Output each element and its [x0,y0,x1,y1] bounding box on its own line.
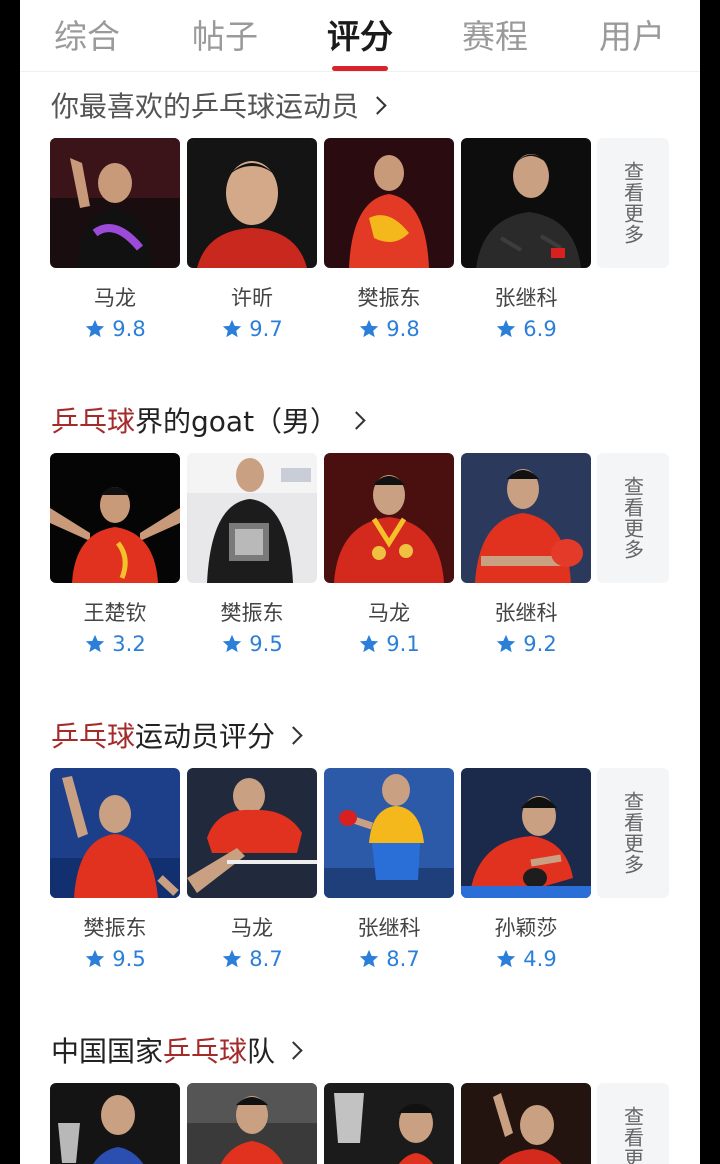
player-photo [50,453,180,583]
player-name: 樊振东 [357,286,421,310]
tab-users[interactable]: 用户 [599,10,665,58]
see-more-button[interactable]: 查看更多 [597,1083,669,1164]
section-title: 运动员评分 [135,720,276,753]
star-icon [497,319,516,338]
section-title-highlight: 乒乓球 [51,405,136,438]
section-title-highlight: 乒乓球 [163,1035,248,1068]
player-name: 马龙 [94,286,136,310]
section-title-highlight: 乒乓球 [51,720,136,753]
player-rating: 6.9 [461,314,591,344]
player-photo [187,768,317,898]
player-photo [324,138,454,268]
tab-schedule[interactable]: 赛程 [462,10,528,58]
tab-ratings[interactable]: 评分 [327,10,393,58]
player-name: 张继科 [357,916,421,940]
player-photo [187,1083,317,1164]
player-photo [187,138,317,268]
tab-posts[interactable]: 帖子 [192,10,258,58]
section-title-link[interactable]: 你最喜欢的乒乓球运动员 [51,85,387,125]
star-icon [86,319,105,338]
section-title-prefix: 中国国家 [51,1035,164,1068]
player-photo [461,138,591,268]
player-rating: 9.5 [187,629,317,659]
chevron-right-icon [368,95,387,115]
player-rating: 9.5 [50,944,180,974]
player-name: 樊振东 [220,601,284,625]
player-card[interactable]: 许昕 9.7 [187,138,317,344]
star-icon [360,319,379,338]
chevron-right-icon [284,1040,303,1060]
app-screen: 综合 帖子 评分 赛程 用户 你最喜欢的乒乓球运动员 马龙 9.8 许昕 9.7 [20,0,700,1164]
player-rating: 9.2 [461,629,591,659]
section-title-link[interactable]: 乒乓球 运动员评分 [51,715,303,755]
active-tab-indicator [332,66,388,71]
player-rating: 8.7 [187,944,317,974]
player-name: 马龙 [231,916,273,940]
player-rating: 9.8 [50,314,180,344]
tab-bar: 综合 帖子 评分 赛程 用户 [20,0,700,72]
player-card[interactable]: 樊振东 9.5 [50,768,180,974]
player-card[interactable]: 马龙 9.1 [324,453,454,659]
star-icon [86,949,105,968]
player-card[interactable]: 张继科 8.7 [324,768,454,974]
player-photo [187,453,317,583]
player-name: 王楚钦 [83,601,147,625]
section-title-link[interactable]: 乒乓球 界的goat（男） [51,400,366,440]
player-card[interactable] [461,1083,591,1164]
player-rating: 3.2 [50,629,180,659]
player-card[interactable] [324,1083,454,1164]
player-card[interactable]: 马龙 9.8 [50,138,180,344]
section-title: 你最喜欢的乒乓球运动员 [51,90,360,123]
star-icon [497,634,516,653]
player-rating: 8.7 [324,944,454,974]
player-rating: 9.8 [324,314,454,344]
player-name: 张继科 [494,601,558,625]
player-card[interactable]: 樊振东 9.8 [324,138,454,344]
star-icon [497,949,516,968]
player-name: 樊振东 [83,916,147,940]
player-card[interactable]: 张继科 9.2 [461,453,591,659]
see-more-button[interactable]: 查看更多 [597,138,669,268]
player-card[interactable]: 王楚钦 3.2 [50,453,180,659]
section-title-link[interactable]: 中国国家 乒乓球队 [51,1030,303,1070]
player-card[interactable]: 孙颖莎 4.9 [461,768,591,974]
section-title: 界的goat（男） [135,405,339,438]
player-photo [50,138,180,268]
player-name: 马龙 [368,601,410,625]
star-icon [223,319,242,338]
player-card[interactable]: 张继科 6.9 [461,138,591,344]
player-card[interactable] [50,1083,180,1164]
player-photo [461,768,591,898]
tab-all[interactable]: 综合 [54,10,120,58]
player-card[interactable] [187,1083,317,1164]
chevron-right-icon [347,410,366,430]
player-photo [461,453,591,583]
see-more-button[interactable]: 查看更多 [597,768,669,898]
player-rating: 9.7 [187,314,317,344]
star-icon [223,634,242,653]
section-title: 队 [247,1035,276,1068]
player-photo [324,453,454,583]
star-icon [86,634,105,653]
player-photo [324,768,454,898]
player-card[interactable]: 樊振东 9.5 [187,453,317,659]
player-name: 孙颖莎 [494,916,558,940]
player-card[interactable]: 马龙 8.7 [187,768,317,974]
player-photo [50,1083,180,1164]
player-name: 张继科 [494,286,558,310]
star-icon [223,949,242,968]
chevron-right-icon [284,725,303,745]
player-photo [461,1083,591,1164]
player-rating: 4.9 [461,944,591,974]
star-icon [360,949,379,968]
player-rating: 9.1 [324,629,454,659]
see-more-button[interactable]: 查看更多 [597,453,669,583]
player-photo [50,768,180,898]
star-icon [360,634,379,653]
player-photo [324,1083,454,1164]
player-name: 许昕 [231,286,273,310]
